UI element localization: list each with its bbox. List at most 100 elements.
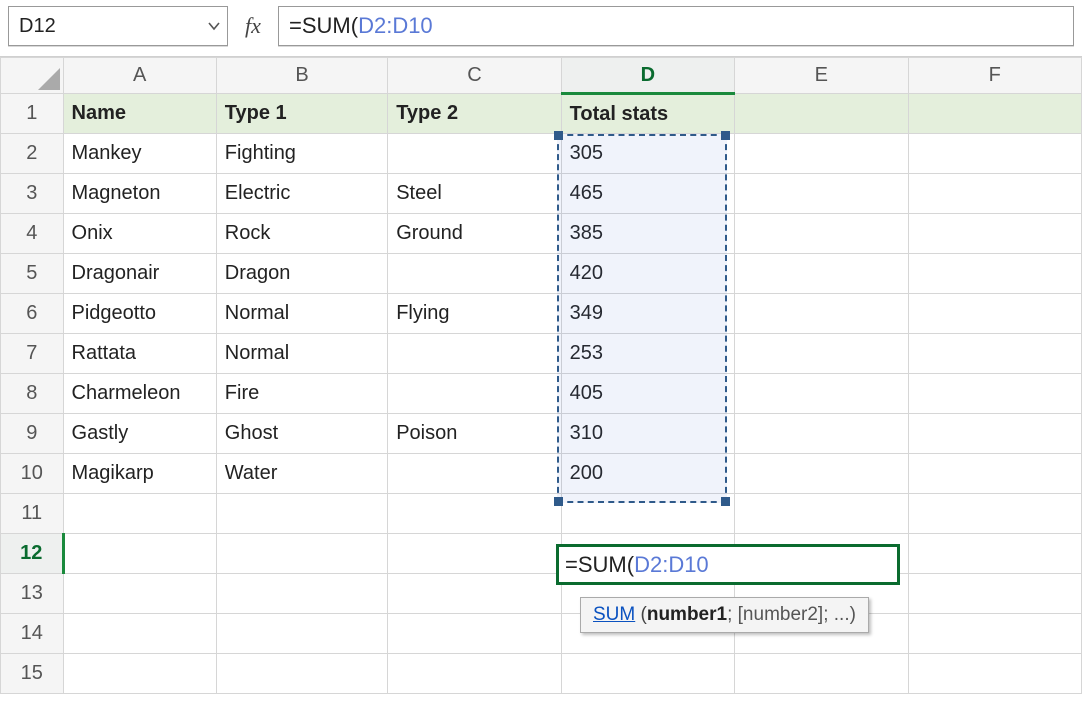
fx-icon[interactable]: fx [236,13,270,39]
cell[interactable] [216,534,387,574]
col-header-D[interactable]: D [561,58,734,94]
cell[interactable] [561,494,734,534]
cell[interactable]: Fighting [216,134,387,174]
cell[interactable]: 200 [561,454,734,494]
cell[interactable] [735,174,908,214]
row-header[interactable]: 7 [1,334,64,374]
col-header-C[interactable]: C [388,58,561,94]
row-header[interactable]: 3 [1,174,64,214]
cell[interactable] [735,494,908,534]
cell[interactable] [388,254,561,294]
cell[interactable]: Mankey [63,134,216,174]
cell[interactable]: Normal [216,294,387,334]
row-header[interactable]: 2 [1,134,64,174]
row-header[interactable]: 11 [1,494,64,534]
cell[interactable]: Steel [388,174,561,214]
cell[interactable] [908,614,1081,654]
row-header[interactable]: 15 [1,654,64,694]
row-header[interactable]: 4 [1,214,64,254]
spreadsheet-grid[interactable]: A B C D E F 1 Name Type 1 Type 2 Total s… [0,57,1082,694]
cell[interactable] [561,654,734,694]
cell[interactable]: 310 [561,414,734,454]
cell[interactable] [216,574,387,614]
row-header[interactable]: 13 [1,574,64,614]
cell[interactable] [908,374,1081,414]
cell[interactable]: Electric [216,174,387,214]
cell[interactable] [908,134,1081,174]
cell[interactable]: 405 [561,374,734,414]
cell[interactable] [388,454,561,494]
cell[interactable] [388,134,561,174]
row-header[interactable]: 9 [1,414,64,454]
col-header-F[interactable]: F [908,58,1081,94]
cell[interactable]: Water [216,454,387,494]
cell[interactable]: 253 [561,334,734,374]
cell[interactable]: Dragonair [63,254,216,294]
cell[interactable] [735,334,908,374]
cell[interactable]: Name [63,94,216,134]
cell[interactable] [735,214,908,254]
cell[interactable] [216,654,387,694]
cell[interactable]: Magneton [63,174,216,214]
name-box[interactable]: D12 [8,6,228,46]
cell[interactable] [735,94,908,134]
cell[interactable] [388,334,561,374]
col-header-E[interactable]: E [735,58,908,94]
cell[interactable] [388,574,561,614]
cell[interactable]: Magikarp [63,454,216,494]
cell[interactable]: 420 [561,254,734,294]
cell[interactable] [735,414,908,454]
cell[interactable]: Type 1 [216,94,387,134]
cell[interactable]: Total stats [561,94,734,134]
col-header-B[interactable]: B [216,58,387,94]
row-header[interactable]: 5 [1,254,64,294]
cell[interactable] [63,614,216,654]
cell[interactable]: Flying [388,294,561,334]
cell[interactable] [388,374,561,414]
cell[interactable] [908,174,1081,214]
cell[interactable] [561,534,734,574]
cell[interactable] [908,414,1081,454]
cell[interactable] [216,614,387,654]
cell[interactable]: Rock [216,214,387,254]
cell[interactable] [216,494,387,534]
cell[interactable] [388,494,561,534]
cell[interactable] [908,534,1081,574]
cell[interactable] [908,294,1081,334]
cell[interactable] [63,534,216,574]
cell[interactable]: Dragon [216,254,387,294]
cell[interactable] [908,494,1081,534]
select-all-corner[interactable] [1,58,64,94]
row-header[interactable]: 8 [1,374,64,414]
cell[interactable] [735,134,908,174]
cell[interactable] [63,574,216,614]
row-header[interactable]: 6 [1,294,64,334]
cell[interactable] [388,614,561,654]
cell[interactable]: Ghost [216,414,387,454]
row-header[interactable]: 12 [1,534,64,574]
cell[interactable]: Pidgeotto [63,294,216,334]
cell[interactable] [63,654,216,694]
cell[interactable]: Onix [63,214,216,254]
cell[interactable] [388,534,561,574]
cell[interactable] [908,94,1081,134]
cell[interactable] [908,574,1081,614]
cell[interactable]: Poison [388,414,561,454]
formula-bar[interactable]: = SUM ( D2:D10 [278,6,1074,46]
cell[interactable]: Type 2 [388,94,561,134]
cell[interactable]: 305 [561,134,734,174]
col-header-A[interactable]: A [63,58,216,94]
cell[interactable]: Normal [216,334,387,374]
cell[interactable]: 385 [561,214,734,254]
cell[interactable]: Ground [388,214,561,254]
cell[interactable] [908,214,1081,254]
cell[interactable] [735,534,908,574]
row-header[interactable]: 10 [1,454,64,494]
cell[interactable] [735,654,908,694]
cell[interactable]: Charmeleon [63,374,216,414]
chevron-down-icon[interactable] [205,17,223,35]
cell[interactable] [908,654,1081,694]
cell[interactable]: Fire [216,374,387,414]
cell[interactable]: Rattata [63,334,216,374]
cell[interactable] [908,254,1081,294]
